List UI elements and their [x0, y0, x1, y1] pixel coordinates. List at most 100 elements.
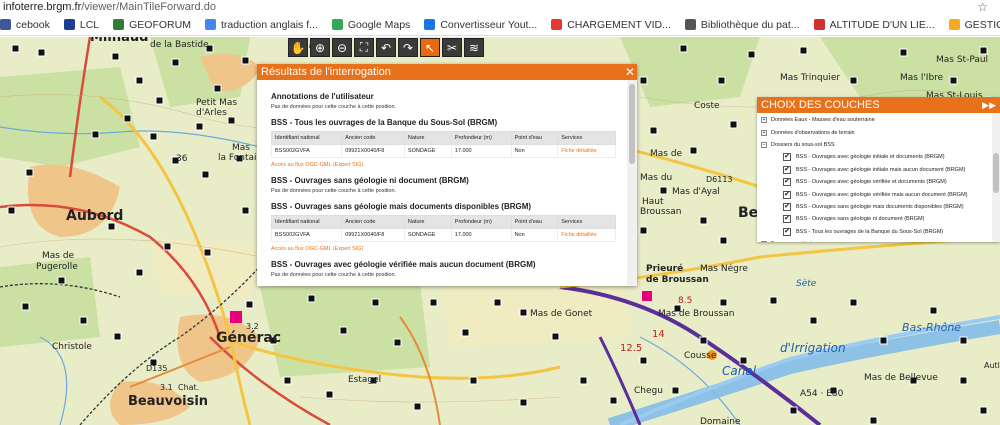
table-row: BSS002GVFA 09921X0040/F8 SONDAGE 17.000 Non F… — [270, 228, 616, 242]
expand-toggle-icon[interactable]: − — [761, 141, 767, 148]
label-mas-de: Mas de — [42, 251, 75, 261]
bookmark-item[interactable]: ALTITUDE D'UN LIE... — [813, 19, 935, 31]
layer-item[interactable]: ✔ BSS - Ouvrages sans géologie mais docum… — [761, 201, 992, 213]
layer-checkbox[interactable]: ✔ — [783, 178, 791, 187]
layer-label: Espaces protégés — [771, 241, 815, 242]
layer-item[interactable]: ✔ BSS - Ouvrages avec géologie initiale e… — [761, 151, 992, 163]
layer-checkbox[interactable]: ✔ — [783, 202, 791, 211]
bookmark-item[interactable]: GESTION BASE COS... — [948, 18, 1000, 31]
layer-group[interactable]: + Données Eaux - Masses d'eau souterraine — [761, 114, 992, 126]
layer-checkbox[interactable]: ✔ — [783, 227, 791, 236]
bookmark-item[interactable]: LCL — [63, 19, 99, 31]
layer-group[interactable]: − Dossiers du sous-sol BSS — [761, 139, 992, 151]
layer-item[interactable]: ✔ BSS - Ouvrages sans géologie ni documen… — [761, 213, 992, 225]
bookmark-item[interactable]: cebook — [0, 19, 50, 31]
bookmark-item[interactable]: Convertisseur Yout... — [424, 19, 537, 31]
measure-icon[interactable]: ✂ — [442, 38, 462, 57]
zoom-in-icon[interactable]: ⊕ — [310, 38, 330, 57]
bookmark-star-icon[interactable]: ☆ — [977, 0, 988, 14]
layers-scrollbar[interactable] — [992, 113, 1000, 242]
result-cell: SONDAGE — [403, 228, 452, 242]
bookmark-item[interactable]: CHARGEMENT VID... — [551, 19, 671, 31]
layer-checkbox[interactable]: ✔ — [783, 165, 791, 174]
close-icon[interactable]: ✕ — [623, 65, 637, 79]
result-cell: 17.000 — [450, 228, 512, 242]
bookmark-item[interactable]: Google Maps — [331, 19, 410, 31]
label-gonet: Mas de Gonet — [530, 309, 593, 319]
label-de-broussan: de Broussan — [646, 275, 709, 285]
result-column-header: Ancien code — [341, 131, 405, 145]
bookmark-favicon-icon — [813, 19, 825, 30]
layer-group[interactable]: + Espaces protégés — [761, 238, 992, 242]
bookmark-favicon-icon — [684, 19, 696, 30]
layer-item[interactable]: ✔ BSS - Tous les ouvrages de la Banque du… — [761, 226, 992, 238]
address-bar[interactable]: infoterre.brgm.fr/viewer/MainTileForward… — [0, 0, 1000, 14]
result-cell: Non — [510, 228, 559, 242]
bookmark-item[interactable]: Bibliothèque du pat... — [684, 19, 800, 31]
zoom-out-icon[interactable]: ⊖ — [332, 38, 352, 57]
redo-icon[interactable]: ↷ — [398, 38, 418, 57]
layer-group[interactable]: + Données d'observations de terrain — [761, 126, 992, 138]
results-scroll-thumb[interactable] — [629, 84, 635, 164]
expand-toggle-icon[interactable]: + — [761, 129, 767, 136]
ogc-gml-link[interactable]: Accès au flux OGC-GML (Expert SIG) — [271, 246, 627, 252]
info-icon[interactable]: ↖ — [420, 38, 440, 57]
label-36: 36 — [176, 154, 188, 164]
expand-toggle-icon[interactable]: + — [761, 241, 767, 242]
result-column-header: Ancien code — [341, 215, 405, 229]
layer-label: Données Eaux - Masses d'eau souterraine — [771, 117, 875, 124]
bookmark-item[interactable]: traduction anglais f... — [204, 19, 318, 31]
bookmark-label: GESTION BASE COS... — [964, 18, 1000, 31]
layer-checkbox[interactable]: ✔ — [783, 153, 791, 162]
bookmark-favicon-icon — [113, 19, 125, 30]
url-text[interactable]: infoterre.brgm.fr/viewer/MainTileForward… — [3, 1, 216, 13]
result-table: Identifiant national Ancien code Nature Pro… — [270, 215, 616, 242]
label-generac: Générac — [216, 330, 282, 346]
label-st-paul: Mas St-Paul — [936, 55, 989, 65]
label-broussan2: Broussan — [640, 207, 682, 217]
undo-icon[interactable]: ↶ — [376, 38, 396, 57]
layers-scroll-thumb[interactable] — [993, 153, 999, 193]
fiche-detaillee-link[interactable]: Fiche détaillée — [557, 228, 616, 242]
layer-item[interactable]: ✔ BSS - Ouvrages avec géologie initiale m… — [761, 164, 992, 176]
layer-item[interactable]: ✔ BSS - Ouvrages avec géologie vérifiée m… — [761, 188, 992, 200]
layer-item[interactable]: ✔ BSS - Ouvrages avec géologie vérifiée e… — [761, 176, 992, 188]
zoom-extent-icon[interactable]: ⛶ — [354, 38, 374, 57]
expand-toggle-icon[interactable]: + — [761, 117, 767, 124]
label-estagel: Estagel — [348, 375, 382, 385]
label-arles: d'Arles — [196, 108, 227, 118]
layers-icon[interactable]: ≋ — [464, 38, 484, 57]
ogc-gml-link[interactable]: Accès au flux OGC-GML (Expert SIG) — [271, 162, 627, 168]
layers-title: CHOIX DES COUCHES — [761, 99, 880, 111]
results-title: Résultats de l'interrogation — [261, 66, 391, 78]
label-haut: Haut — [642, 197, 664, 207]
layer-label: BSS - Ouvrages avec géologie initiale et… — [796, 154, 945, 161]
layers-header[interactable]: CHOIX DES COUCHES ▶▶ — [757, 97, 1000, 113]
layer-checkbox[interactable]: ✔ — [783, 190, 791, 199]
bookmark-item[interactable]: GEOFORUM — [113, 19, 191, 31]
result-cell: SONDAGE — [403, 144, 452, 158]
results-scrollbar[interactable] — [627, 80, 637, 286]
fiche-detaillee-link[interactable]: Fiche détaillée — [557, 144, 616, 158]
layer-label: BSS - Ouvrages sans géologie ni document… — [796, 216, 925, 223]
layer-label: Dossiers du sous-sol BSS — [771, 141, 835, 148]
bookmark-label: CHARGEMENT VID... — [567, 18, 671, 31]
result-section-title: BSS - Ouvrages sans géologie ni document… — [271, 176, 469, 185]
layer-label: BSS - Ouvrages avec géologie vérifiée ma… — [796, 191, 968, 198]
results-header[interactable]: Résultats de l'interrogation ✕ — [257, 64, 637, 80]
layers-list: + Données Eaux - Masses d'eau souterraine… — [757, 114, 992, 242]
bookmark-favicon-icon — [0, 19, 11, 30]
result-column-header: Point d'eau — [510, 131, 559, 145]
result-no-data: Pas de données pour cette couche à cette… — [271, 272, 397, 278]
layer-checkbox[interactable]: ✔ — [783, 215, 791, 224]
result-cell: BSS002GVFA — [270, 228, 343, 242]
label-sete: Sète — [796, 279, 817, 289]
label-autl: Autl — [984, 361, 1000, 370]
label-domaine: Domaine — [700, 417, 741, 425]
label-negre: Mas Négre — [700, 264, 748, 274]
result-column-header: Point d'eau — [510, 215, 559, 229]
label-chegu: Chegu — [634, 386, 663, 396]
layer-label: BSS - Ouvrages sans géologie mais docume… — [796, 203, 964, 210]
expand-panel-icon[interactable]: ▶▶ — [982, 100, 1000, 111]
pan-icon[interactable]: ✋ — [288, 38, 308, 57]
